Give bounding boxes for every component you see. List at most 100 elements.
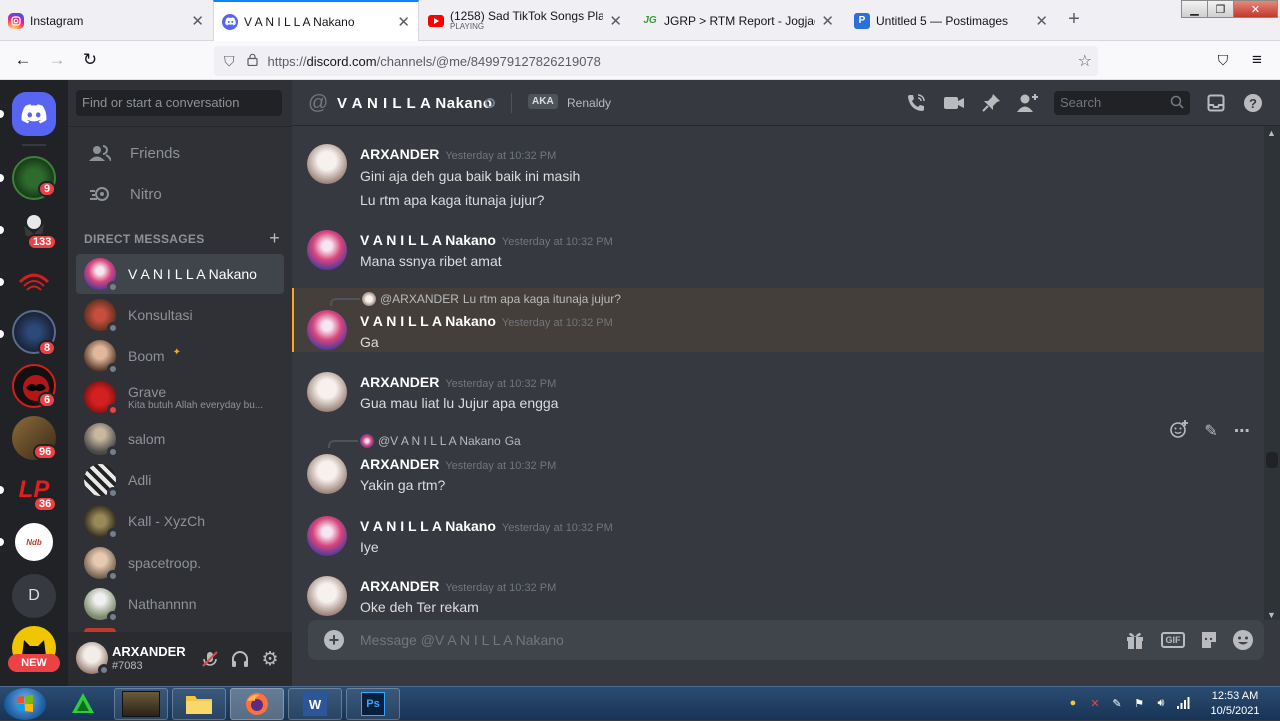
tab-postimages[interactable]: P Untitled 5 — Postimages ✕ bbox=[846, 0, 1056, 41]
nitro-nav-item[interactable]: Nitro bbox=[76, 174, 284, 214]
close-tab-icon[interactable]: ✕ bbox=[609, 12, 622, 30]
message-scrollbar[interactable]: ▲ ▼ bbox=[1264, 126, 1280, 620]
author-avatar[interactable] bbox=[307, 454, 347, 494]
friends-nav-item[interactable]: Friends bbox=[76, 133, 284, 173]
forward-arrow-icon[interactable]: → bbox=[46, 49, 68, 71]
message-author[interactable]: ARXANDER bbox=[360, 456, 439, 472]
tray-network-error-icon[interactable]: ✕ bbox=[1088, 696, 1102, 710]
gift-icon[interactable] bbox=[1123, 628, 1147, 652]
tray-signal-icon[interactable] bbox=[1176, 696, 1190, 710]
new-tab-icon[interactable]: + bbox=[1064, 9, 1084, 29]
author-avatar[interactable] bbox=[307, 310, 347, 350]
message-input-placeholder[interactable]: Message @V A N I L L A Nakano bbox=[360, 632, 564, 648]
start-video-call-icon[interactable] bbox=[942, 91, 966, 115]
scroll-down-arrow-icon[interactable]: ▼ bbox=[1267, 610, 1276, 620]
close-tab-icon[interactable]: ✕ bbox=[821, 12, 834, 30]
close-window-icon[interactable]: ✕ bbox=[1233, 0, 1278, 18]
add-friends-to-dm-icon[interactable] bbox=[1016, 91, 1040, 115]
dm-item-grave[interactable]: Grave Kita butuh Allah everyday bu... bbox=[76, 377, 284, 417]
start-voice-call-icon[interactable] bbox=[904, 91, 928, 115]
taskbar-app-photoshop-icon[interactable]: Ps bbox=[346, 688, 400, 720]
author-avatar[interactable] bbox=[307, 144, 347, 184]
close-tab-icon[interactable]: ✕ bbox=[191, 12, 204, 30]
inbox-icon[interactable] bbox=[1204, 91, 1228, 115]
author-avatar[interactable] bbox=[307, 576, 347, 616]
tab-jgrp[interactable]: JG JGRP > RTM Report - Jogjagam ✕ bbox=[634, 0, 842, 41]
find-conversation-input[interactable]: Find or start a conversation bbox=[76, 90, 282, 116]
tray-yellow-icon[interactable]: ● bbox=[1066, 696, 1080, 710]
headphones-icon[interactable] bbox=[228, 647, 252, 671]
tray-action-center-icon[interactable]: ⚑ bbox=[1132, 696, 1146, 710]
mute-microphone-icon[interactable] bbox=[198, 647, 222, 671]
sticker-icon[interactable] bbox=[1197, 628, 1221, 652]
author-avatar[interactable] bbox=[307, 372, 347, 412]
taskbar-app-word-icon[interactable]: W bbox=[288, 688, 342, 720]
message-author[interactable]: ARXANDER bbox=[360, 578, 439, 594]
message-author[interactable]: V A N I L L A Nakano bbox=[360, 232, 496, 248]
message-group-mention-highlight[interactable]: @ARXANDER Lu rtm apa kaga itunaja jujur?… bbox=[292, 288, 1264, 352]
dm-item-boom[interactable]: Boom ✦ bbox=[76, 336, 284, 376]
dm-item-kall-xyzch[interactable]: Kall - XyzCh bbox=[76, 501, 284, 541]
pocket-icon[interactable]: ⛉ bbox=[1212, 49, 1234, 71]
message-group[interactable]: ARXANDER Yesterday at 10:32 PM Oke deh Te… bbox=[292, 572, 1264, 620]
message-group[interactable]: ARXANDER Yesterday at 10:32 PM Gini aja d… bbox=[292, 140, 1264, 218]
create-dm-plus-icon[interactable]: + bbox=[269, 228, 280, 249]
dm-item-vanilla-nakano[interactable]: V A N I L L A Nakano bbox=[76, 254, 284, 294]
tab-youtube[interactable]: (1258) Sad TikTok Songs Playlist PLAYING… bbox=[420, 0, 630, 41]
taskbar-app-green-triangle-icon[interactable] bbox=[56, 688, 110, 720]
chat-recipient-name[interactable]: V A N I L L A Nakano bbox=[337, 95, 493, 112]
reload-icon[interactable]: ↻ bbox=[79, 49, 101, 71]
scrollbar-thumb[interactable] bbox=[1266, 452, 1278, 468]
close-tab-icon[interactable]: ✕ bbox=[397, 13, 410, 31]
windows-start-button[interactable] bbox=[4, 688, 46, 720]
message-author[interactable]: V A N I L L A Nakano bbox=[360, 313, 496, 329]
tab-instagram[interactable]: Instagram ✕ bbox=[0, 0, 212, 41]
lock-icon[interactable] bbox=[246, 53, 258, 69]
tracking-shield-icon[interactable]: ⛉ bbox=[224, 53, 235, 70]
author-avatar[interactable] bbox=[307, 230, 347, 270]
help-icon[interactable]: ? bbox=[1241, 91, 1265, 115]
tray-volume-icon[interactable]: 🔊︎ bbox=[1154, 696, 1168, 710]
message-group[interactable]: ARXANDER Yesterday at 10:32 PM Gua mau li… bbox=[292, 368, 1264, 418]
gif-picker-button[interactable]: GIF bbox=[1161, 632, 1185, 648]
dm-item-nathannnn[interactable]: Nathannnn bbox=[76, 584, 284, 624]
taskbar-app-game-icon[interactable] bbox=[114, 688, 168, 720]
new-servers-badge[interactable]: NEW bbox=[8, 654, 60, 672]
taskbar-app-firefox-icon[interactable] bbox=[230, 688, 284, 720]
taskbar-app-file-explorer-icon[interactable] bbox=[172, 688, 226, 720]
taskbar-clock[interactable]: 12:53 AM 10/5/2021 bbox=[1200, 689, 1270, 719]
scroll-up-arrow-icon[interactable]: ▲ bbox=[1267, 128, 1276, 138]
message-group[interactable]: V A N I L L A Nakano Yesterday at 10:32 P… bbox=[292, 226, 1264, 276]
tab-discord[interactable]: V A N I L L A Nakano ✕ bbox=[213, 0, 419, 41]
url-bar[interactable]: ⛉ https://discord.com/channels/@me/84997… bbox=[214, 46, 1098, 76]
dm-item-spacetroop[interactable]: spacetroop. bbox=[76, 543, 284, 583]
pinned-messages-icon[interactable] bbox=[979, 91, 1003, 115]
header-search-input[interactable]: Search bbox=[1054, 91, 1190, 115]
author-avatar[interactable] bbox=[307, 516, 347, 556]
server-icon-red-logo[interactable] bbox=[12, 258, 56, 302]
message-author[interactable]: ARXANDER bbox=[360, 146, 439, 162]
reply-preview[interactable]: @ARXANDER Lu rtm apa kaga itunaja jujur? bbox=[362, 292, 621, 306]
menu-hamburger-icon[interactable]: ≡ bbox=[1246, 49, 1268, 71]
bookmark-star-icon[interactable]: ☆ bbox=[1078, 51, 1092, 71]
tray-app-icon[interactable]: ✎ bbox=[1110, 696, 1124, 710]
reply-preview[interactable]: @V A N I L L A Nakano Ga bbox=[360, 434, 521, 448]
dm-item-adli[interactable]: Adli bbox=[76, 460, 284, 500]
dm-item-konsultasi[interactable]: Konsultasi bbox=[76, 295, 284, 335]
maximize-window-icon[interactable]: ❐ bbox=[1207, 0, 1234, 18]
minimize-window-icon[interactable]: ▁ bbox=[1181, 0, 1208, 18]
back-arrow-icon[interactable]: ← bbox=[12, 49, 34, 71]
close-tab-icon[interactable]: ✕ bbox=[1035, 12, 1048, 30]
home-discord-icon[interactable] bbox=[12, 92, 56, 136]
message-author[interactable]: V A N I L L A Nakano bbox=[360, 518, 496, 534]
emoji-picker-icon[interactable] bbox=[1231, 628, 1255, 652]
message-author[interactable]: ARXANDER bbox=[360, 374, 439, 390]
upload-plus-icon[interactable]: + bbox=[324, 630, 344, 650]
server-icon-round-logo[interactable]: Ndb bbox=[12, 520, 56, 564]
server-icon-letter-d[interactable]: D bbox=[12, 574, 56, 618]
message-composer[interactable]: + Message @V A N I L L A Nakano GIF bbox=[308, 620, 1264, 660]
settings-gear-icon[interactable]: ⚙ bbox=[258, 647, 282, 671]
message-group[interactable]: V A N I L L A Nakano Yesterday at 10:32 P… bbox=[292, 512, 1264, 562]
dm-item-salom[interactable]: salom bbox=[76, 419, 284, 459]
message-group[interactable]: @V A N I L L A Nakano Ga ARXANDER Yesterd… bbox=[292, 430, 1264, 494]
